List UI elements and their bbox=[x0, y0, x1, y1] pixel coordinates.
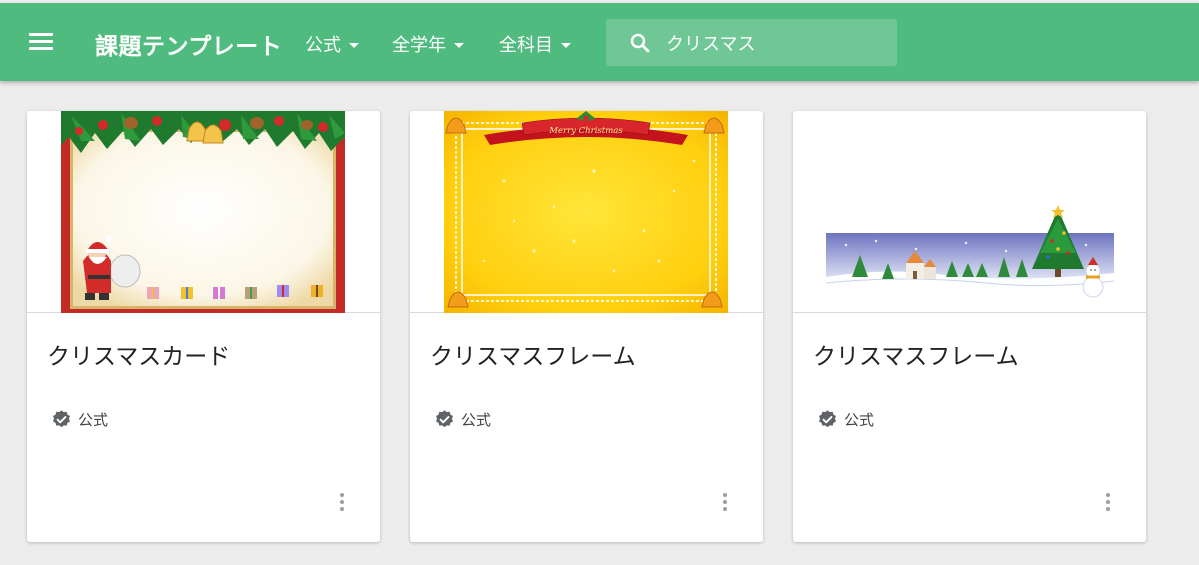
page-title: 課題テンプレート bbox=[95, 34, 283, 60]
template-card[interactable]: クリスマスフレーム 公式 bbox=[793, 111, 1146, 542]
filter-subject-dropdown[interactable]: 全科目 bbox=[499, 31, 571, 57]
badge-label: 公式 bbox=[461, 411, 492, 429]
template-thumbnail: Merry Christmas bbox=[410, 111, 763, 313]
badge-label: 公式 bbox=[78, 411, 109, 429]
banner-text: Merry Christmas bbox=[548, 126, 623, 136]
card-title[interactable]: クリスマスフレーム bbox=[813, 337, 1019, 371]
more-options-icon[interactable] bbox=[715, 491, 735, 515]
snowy-banner-image bbox=[826, 205, 1114, 298]
verified-check-icon bbox=[53, 410, 70, 428]
more-options-icon[interactable] bbox=[332, 491, 352, 515]
official-badge: 公式 bbox=[51, 409, 108, 430]
search-icon[interactable] bbox=[628, 31, 652, 55]
badge-label: 公式 bbox=[844, 411, 875, 429]
card-title[interactable]: クリスマスカード bbox=[47, 337, 230, 371]
filter-grade-dropdown[interactable]: 全学年 bbox=[392, 31, 464, 57]
filter-label: 公式 bbox=[305, 35, 341, 56]
search-input[interactable] bbox=[666, 27, 886, 59]
menu-icon[interactable] bbox=[29, 33, 53, 51]
christmas-card-image bbox=[61, 111, 345, 313]
card-title[interactable]: クリスマスフレーム bbox=[430, 337, 636, 371]
verified-check-icon bbox=[436, 410, 453, 428]
caret-down-icon bbox=[349, 42, 359, 48]
gold-frame-image: Merry Christmas bbox=[444, 111, 728, 313]
filter-label: 全学年 bbox=[392, 35, 446, 56]
filter-official-dropdown[interactable]: 公式 bbox=[305, 31, 359, 57]
app-header: 課題テンプレート 公式 全学年 全科目 bbox=[0, 3, 1199, 81]
template-thumbnail bbox=[793, 111, 1146, 313]
template-card[interactable]: Merry Christmas クリスマスフレーム 公式 bbox=[410, 111, 763, 542]
caret-down-icon bbox=[454, 42, 464, 48]
caret-down-icon bbox=[561, 42, 571, 48]
more-options-icon[interactable] bbox=[1098, 491, 1118, 515]
filter-label: 全科目 bbox=[499, 35, 553, 56]
template-thumbnail bbox=[27, 111, 380, 313]
search-box[interactable] bbox=[606, 19, 897, 66]
official-badge: 公式 bbox=[817, 409, 874, 430]
template-card[interactable]: クリスマスカード 公式 bbox=[27, 111, 380, 542]
verified-check-icon bbox=[819, 410, 836, 428]
official-badge: 公式 bbox=[434, 409, 491, 430]
